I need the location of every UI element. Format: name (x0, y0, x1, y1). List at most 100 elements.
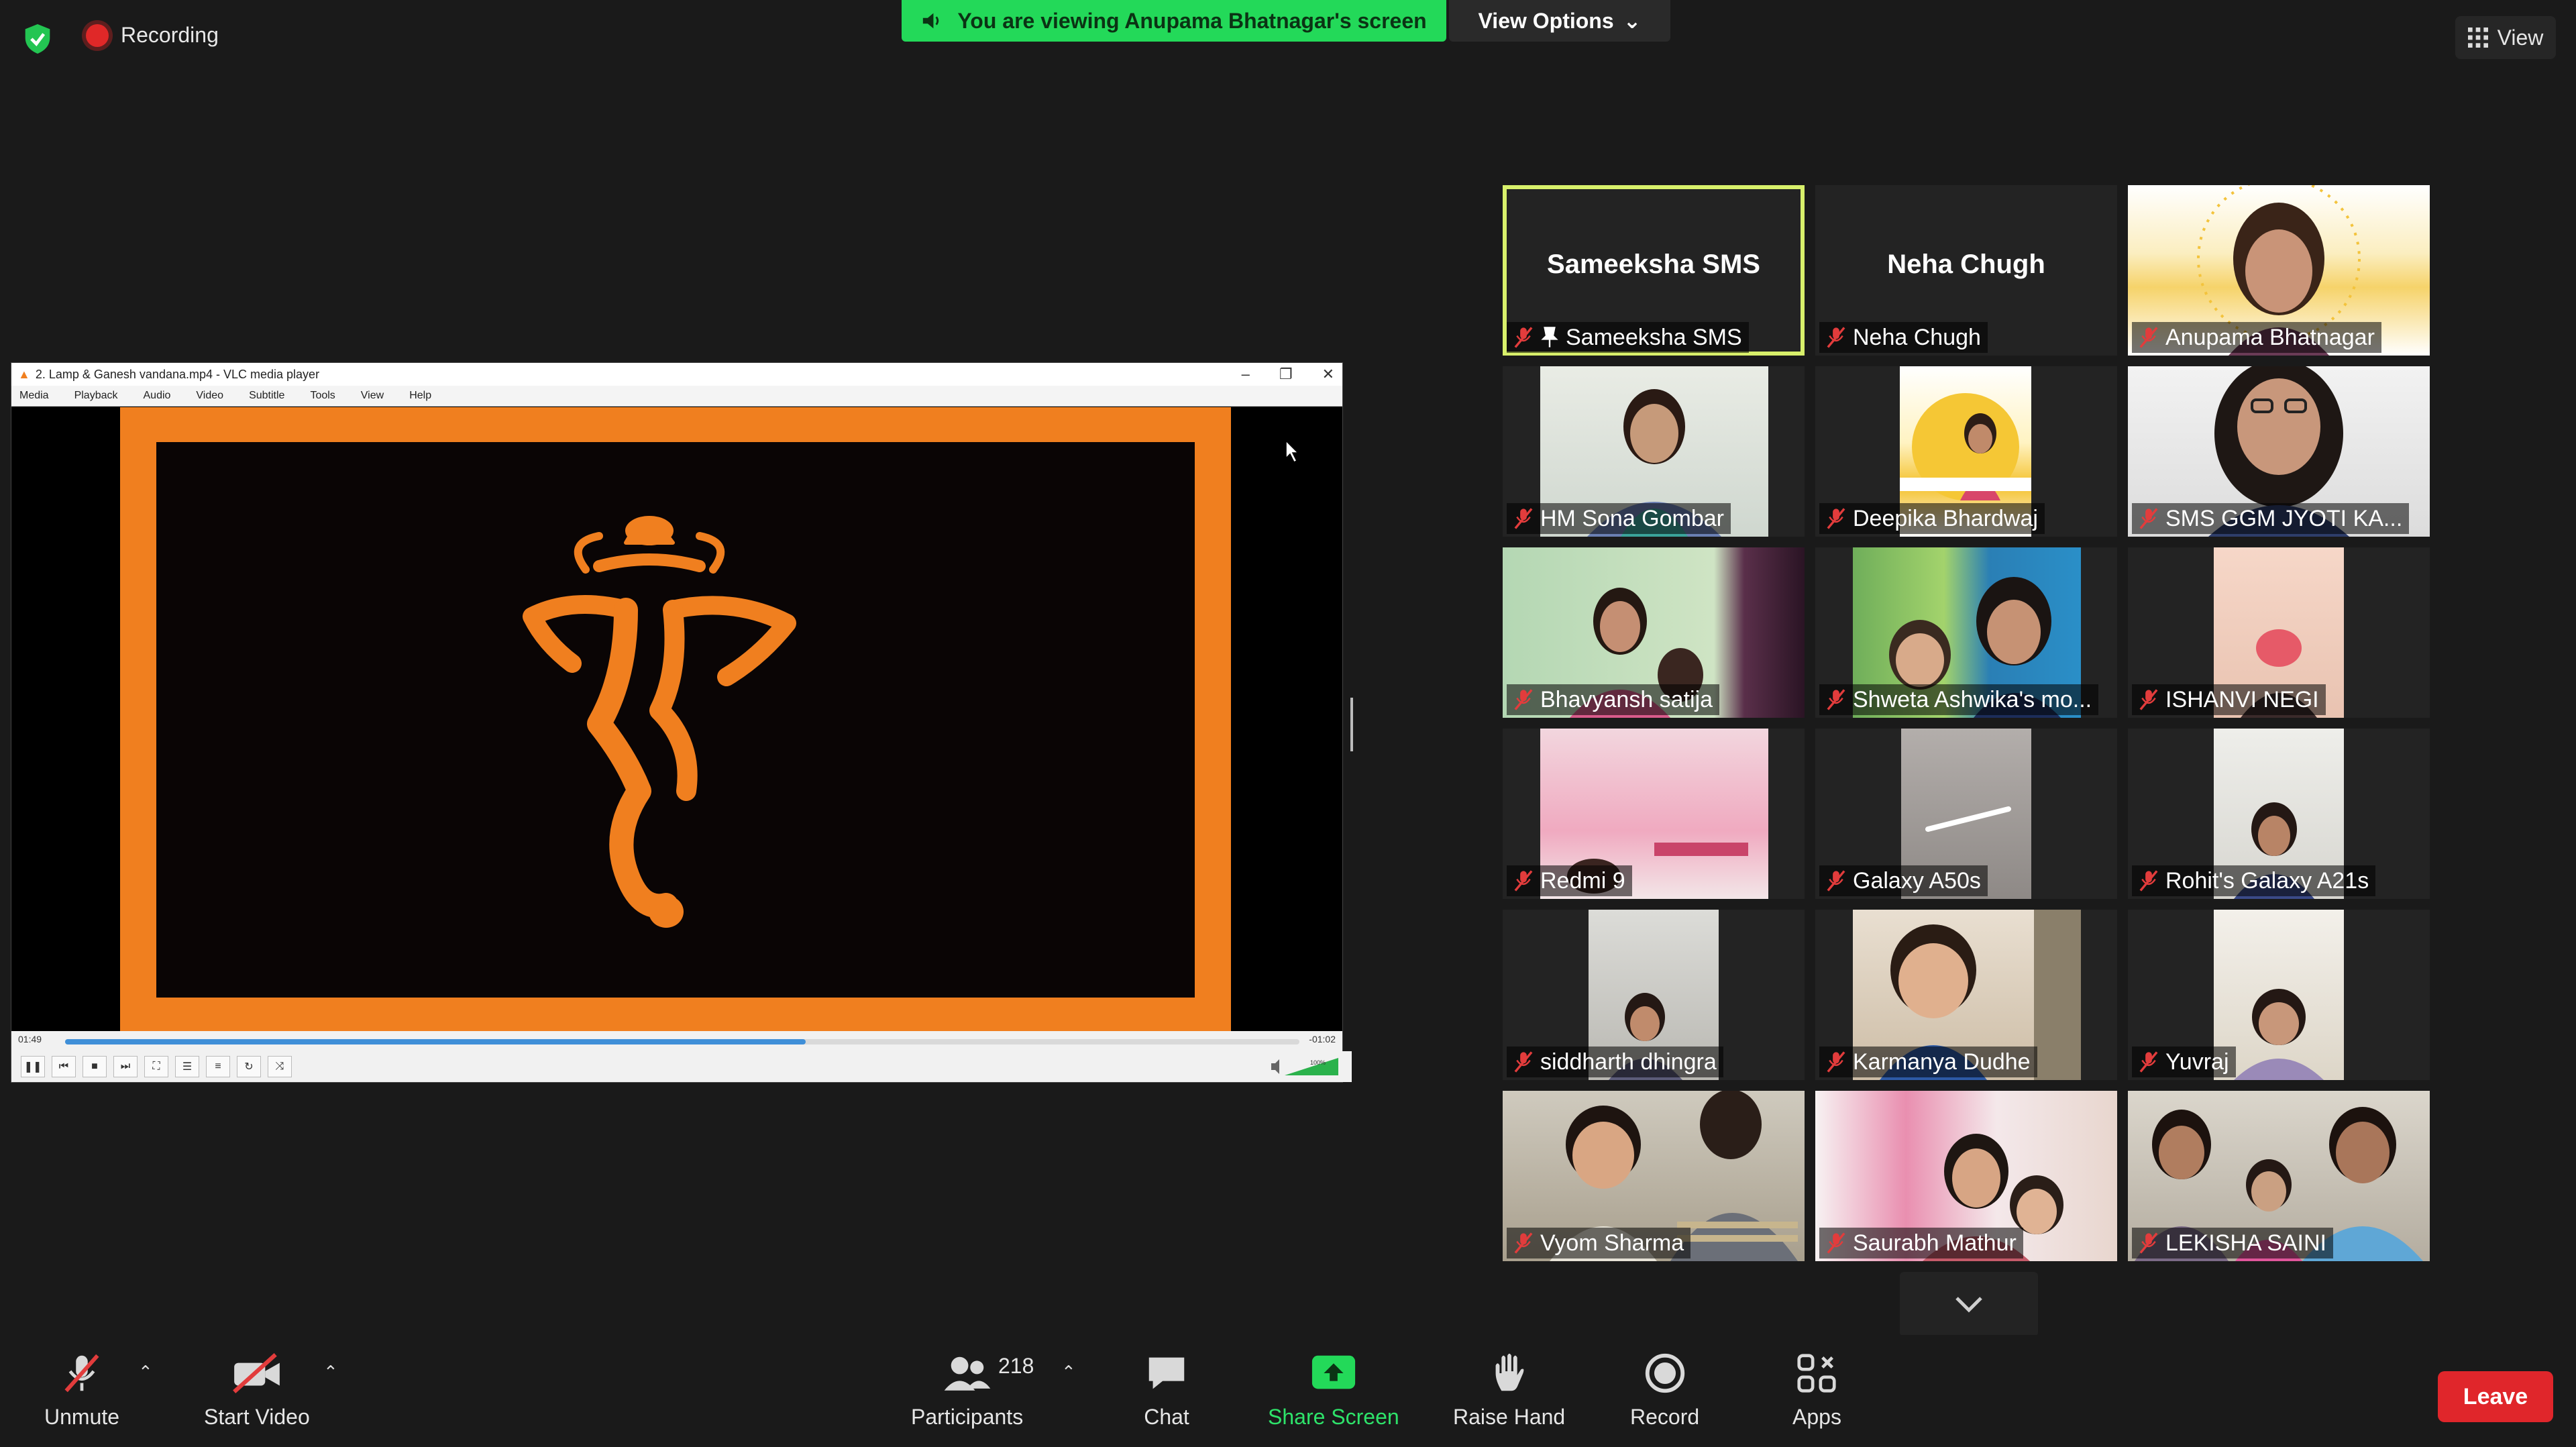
seek-progress (65, 1039, 806, 1044)
apps-button[interactable]: Apps (1792, 1350, 1841, 1430)
remaining-time: -01:02 (1309, 1034, 1336, 1044)
security-shield-icon[interactable] (23, 23, 52, 55)
close-icon[interactable]: ✕ (1322, 366, 1334, 383)
start-video-button[interactable]: Start Video (204, 1350, 310, 1430)
participant-nameplate: LEKISHA SAINI (2132, 1228, 2333, 1258)
participant-name: ISHANVI NEGI (2165, 686, 2319, 712)
recording-indicator[interactable]: Recording (86, 23, 219, 48)
participant-tile[interactable]: HM Sona Gombar (1503, 366, 1805, 537)
participant-tile[interactable]: SMS GGM JYOTI KA... (2128, 366, 2430, 537)
participant-tile[interactable]: Vyom Sharma (1503, 1091, 1805, 1261)
participants-options-caret-icon[interactable]: ⌃ (1061, 1362, 1076, 1383)
participant-tile[interactable]: Shweta Ashwika's mo... (1815, 547, 2117, 718)
participant-tile[interactable]: Yuvraj (2128, 910, 2430, 1080)
menu-view[interactable]: View (361, 390, 384, 402)
apps-icon (1797, 1354, 1837, 1393)
ganesh-illustration (523, 516, 796, 928)
muted-mic-icon (1514, 508, 1533, 529)
participant-nameplate: Galaxy A50s (1819, 865, 1988, 896)
gallery-next-page-button[interactable] (1900, 1272, 2038, 1336)
speaker-icon (923, 13, 939, 29)
share-screen-icon (1311, 1355, 1355, 1389)
unmute-label: Unmute (44, 1405, 120, 1429)
participant-tile[interactable]: Karmanya Dudhe (1815, 910, 2117, 1080)
pause-icon[interactable]: ❚❚ (21, 1056, 45, 1077)
next-icon[interactable]: ⏭ (113, 1056, 138, 1077)
participant-gallery: Sameeksha SMS Sameeksha SMS Neha Chugh N… (1503, 185, 2435, 1261)
menu-playback[interactable]: Playback (74, 390, 118, 402)
fullscreen-icon[interactable]: ⛶ (144, 1056, 168, 1077)
muted-mic-icon (2139, 870, 2158, 892)
share-screen-label: Share Screen (1268, 1405, 1399, 1429)
window-controls: – ❐ ✕ (1242, 363, 1334, 386)
participant-nameplate: Deepika Bhardwaj (1819, 503, 2045, 534)
participant-tile[interactable]: Rohit's Galaxy A21s (2128, 729, 2430, 899)
share-screen-button[interactable]: Share Screen (1268, 1350, 1399, 1430)
menu-video[interactable]: Video (196, 390, 223, 402)
muted-mic-icon (1827, 508, 1845, 529)
participant-nameplate: Vyom Sharma (1507, 1228, 1691, 1258)
minimize-icon[interactable]: – (1242, 366, 1250, 383)
participant-nameplate: ISHANVI NEGI (2132, 684, 2326, 715)
participant-tile[interactable]: LEKISHA SAINI (2128, 1091, 2430, 1261)
volume-slider[interactable]: 100% (1269, 1055, 1342, 1078)
participant-tile[interactable]: siddharth dhingra (1503, 910, 1805, 1080)
chevron-down-icon: ⌄ (1623, 9, 1642, 33)
muted-mic-icon (2139, 327, 2158, 348)
muted-mic-icon (1827, 1051, 1845, 1073)
chat-label: Chat (1144, 1405, 1189, 1429)
menu-help[interactable]: Help (409, 390, 431, 402)
panel-splitter-handle[interactable] (1350, 698, 1353, 751)
menu-subtitle[interactable]: Subtitle (249, 390, 284, 402)
seek-track[interactable] (65, 1039, 1299, 1044)
participant-nameplate: Redmi 9 (1507, 865, 1632, 896)
meeting-toolbar: Unmute ⌃ Start Video ⌃ 218 Participants … (0, 1335, 2576, 1447)
participant-nameplate: Anupama Bhatnagar (2132, 322, 2381, 353)
video-options-caret-icon[interactable]: ⌃ (323, 1362, 338, 1383)
participant-tile[interactable]: Saurabh Mathur (1815, 1091, 2117, 1261)
playlist-icon[interactable]: ≡ (206, 1056, 230, 1077)
participant-display-name: Neha Chugh (1887, 250, 2045, 279)
vlc-seek-bar[interactable]: 01:49 -01:02 (11, 1031, 1342, 1051)
menu-media[interactable]: Media (19, 390, 49, 402)
pin-icon (1541, 327, 1558, 347)
stop-icon[interactable]: ■ (83, 1056, 107, 1077)
audio-options-caret-icon[interactable]: ⌃ (138, 1362, 153, 1383)
participant-tile[interactable]: Deepika Bhardwaj (1815, 366, 2117, 537)
participant-name: HM Sona Gombar (1540, 505, 1724, 531)
extended-settings-icon[interactable]: ☰ (175, 1056, 199, 1077)
muted-mic-icon (1514, 689, 1533, 710)
muted-mic-icon (1514, 1051, 1533, 1073)
vlc-video-area[interactable] (11, 407, 1342, 1031)
loop-icon[interactable]: ↻ (237, 1056, 261, 1077)
participant-tile[interactable]: Redmi 9 (1503, 729, 1805, 899)
participant-name: Yuvraj (2165, 1049, 2229, 1075)
participant-tile[interactable]: Galaxy A50s (1815, 729, 2117, 899)
chat-button[interactable]: Chat (1143, 1350, 1190, 1430)
participant-tile[interactable]: Neha Chugh Neha Chugh (1815, 185, 2117, 356)
share-banner-text: You are viewing Anupama Bhatnagar's scre… (957, 8, 1427, 33)
shared-screen-vlc-window[interactable]: ▲ 2. Lamp & Ganesh vandana.mp4 - VLC med… (11, 362, 1352, 1083)
participant-name: siddharth dhingra (1540, 1049, 1717, 1075)
shuffle-icon[interactable]: ⤨ (268, 1056, 292, 1077)
participant-nameplate: HM Sona Gombar (1507, 503, 1731, 534)
participant-tile[interactable]: ISHANVI NEGI (2128, 547, 2430, 718)
raise-hand-button[interactable]: Raise Hand (1453, 1350, 1565, 1430)
participant-tile[interactable]: Sameeksha SMS Sameeksha SMS (1503, 185, 1805, 356)
participant-nameplate: Shweta Ashwika's mo... (1819, 684, 2099, 715)
maximize-icon[interactable]: ❐ (1279, 366, 1293, 383)
participants-button[interactable]: 218 Participants (911, 1350, 1034, 1430)
unmute-button[interactable]: Unmute (44, 1350, 119, 1430)
record-button[interactable]: Record (1630, 1350, 1699, 1430)
view-layout-button[interactable]: View (2455, 16, 2556, 59)
muted-mic-icon (2139, 508, 2158, 529)
participant-tile[interactable]: Bhavyansh satija (1503, 547, 1805, 718)
view-options-button[interactable]: View Options ⌄ (1449, 0, 1670, 42)
video-off-icon (232, 1353, 280, 1393)
menu-tools[interactable]: Tools (310, 390, 335, 402)
participants-icon (944, 1356, 990, 1391)
menu-audio[interactable]: Audio (144, 390, 171, 402)
previous-icon[interactable]: ⏮ (52, 1056, 76, 1077)
participant-tile[interactable]: Anupama Bhatnagar (2128, 185, 2430, 356)
leave-meeting-button[interactable]: Leave (2438, 1371, 2553, 1422)
